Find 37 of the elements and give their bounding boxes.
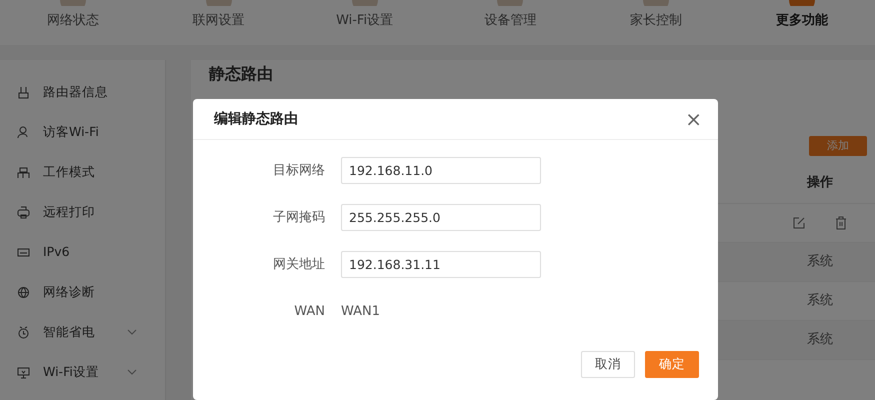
table-cell-text: 系统 [806, 292, 834, 310]
sidebar-item[interactable]: Wi-Fi设置 [0, 352, 165, 392]
ipv6-icon [17, 246, 30, 258]
page-title: 静态路由 [209, 63, 274, 85]
printer-icon [17, 206, 30, 218]
field-value: WAN1 [341, 302, 380, 321]
input-field[interactable]: 192.168.31.11 [341, 251, 541, 278]
sidebar-item[interactable]: 访客Wi-Fi [0, 112, 165, 152]
sidebar-item[interactable]: 工作模式 [0, 152, 165, 192]
field-label: 目标网络 [272, 162, 326, 180]
chevron-down-icon [127, 327, 137, 337]
dialog-title: 编辑静态路由 [214, 110, 298, 128]
field-label: 网关地址 [272, 256, 326, 274]
edit-icon[interactable] [792, 216, 806, 230]
monitor-icon [17, 366, 30, 378]
field-label: WAN [293, 302, 326, 321]
router-icon [17, 86, 30, 98]
table-cell-text: 系统 [806, 253, 834, 272]
sidebar-item[interactable]: 智能省电 [0, 312, 165, 352]
cancel-button[interactable]: 取消 [581, 351, 635, 378]
alarm-clock-icon [17, 326, 30, 338]
sidebar-item[interactable]: 路由器信息 [0, 72, 165, 112]
user-icon [17, 126, 30, 138]
sidebar-item[interactable]: IPv6 [0, 232, 165, 272]
globe-icon [17, 286, 30, 298]
field-label: 子网掩码 [272, 208, 326, 227]
column-header: 操作 [806, 174, 834, 192]
input-field[interactable]: 192.168.11.0 [341, 157, 541, 184]
sidebar-item[interactable]: 远程打印 [0, 192, 165, 232]
input-field[interactable]: 255.255.255.0 [341, 204, 541, 231]
trash-icon[interactable] [834, 216, 848, 230]
sidebar-item[interactable]: 网络诊断 [0, 272, 165, 312]
chevron-down-icon [127, 367, 137, 377]
hierarchy-icon [17, 166, 30, 178]
confirm-button[interactable]: 确定 [645, 351, 699, 378]
table-cell-text: 系统 [806, 331, 834, 350]
close-button[interactable]: × [683, 109, 704, 129]
